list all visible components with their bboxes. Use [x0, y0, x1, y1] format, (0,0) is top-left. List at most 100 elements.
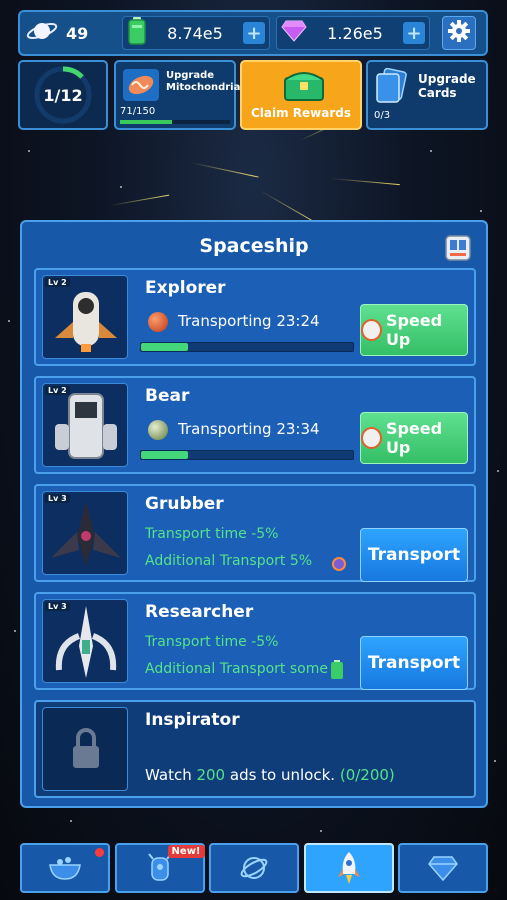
- star: [497, 470, 499, 472]
- researcher-ship-icon: [55, 606, 117, 678]
- add-energy-button[interactable]: +: [243, 22, 265, 44]
- gems-value: 1.26e5: [327, 23, 383, 43]
- quest-cards-count: 0/3: [374, 110, 391, 121]
- bonus-token-icon: [332, 556, 346, 575]
- star: [28, 150, 30, 152]
- ship-name: Researcher: [145, 602, 254, 622]
- transport-button[interactable]: Transport: [360, 528, 468, 582]
- speed-up-button[interactable]: Speed Up: [360, 412, 468, 464]
- add-gems-button[interactable]: +: [403, 22, 425, 44]
- bonus-transport-time: Transport time -5%: [145, 526, 279, 542]
- galaxy-icon: [240, 857, 268, 879]
- star: [494, 760, 496, 762]
- tab-spaceship[interactable]: [303, 843, 394, 893]
- mitochondria-icon: [122, 68, 160, 106]
- quest-progress-ring[interactable]: 1/12: [18, 60, 108, 130]
- ship-card-researcher: Lv 3 Researcher Transport time -5% Addit…: [34, 592, 476, 690]
- star-streak: [109, 194, 170, 206]
- gems-resource: 1.26e5 +: [276, 16, 430, 50]
- speed-up-label: Speed Up: [385, 419, 443, 457]
- planets-value: 49: [66, 23, 89, 43]
- spaceship-panel: Spaceship Lv 2 Explorer Transporting 23:…: [20, 220, 488, 808]
- ship-card-grubber: Lv 3 Grubber Transport time -5% Addition…: [34, 484, 476, 582]
- hangar-button[interactable]: [442, 232, 474, 264]
- speed-up-label: Speed Up: [385, 311, 443, 349]
- star: [8, 320, 10, 322]
- bottom-nav: New!: [20, 843, 488, 893]
- notification-dot: [95, 848, 104, 857]
- ship-card-inspirator: Inspirator Watch 200 ads to unlock. (0/2…: [34, 700, 476, 798]
- quest-upgrade-cards[interactable]: Upgrade Cards 0/3: [366, 60, 488, 130]
- destination-planet-icon: [148, 312, 168, 332]
- panel-title: Spaceship: [199, 235, 309, 257]
- ship-level: Lv 3: [45, 494, 70, 503]
- resource-bar: 49 8.74e5 + 1.26e5 +: [18, 10, 488, 56]
- ship-card-bear: Lv 2 Bear Transporting 23:34 Speed Up: [34, 376, 476, 474]
- quest-mitochondria-count: 71/150: [120, 106, 156, 117]
- gear-icon: [448, 20, 470, 46]
- bear-ship-icon: [55, 393, 117, 459]
- rocket-icon: [337, 852, 360, 884]
- tab-petri-dish[interactable]: [20, 843, 110, 893]
- quest-upgrade-mitochondria[interactable]: Upgrade Mitochondria 71/150: [114, 60, 240, 130]
- star: [480, 210, 482, 212]
- ship-thumbnail-bear: Lv 2: [42, 383, 128, 467]
- ship-name: Explorer: [145, 278, 226, 298]
- claim-rewards-label: Claim Rewards: [250, 106, 352, 120]
- planet-icon: [26, 18, 58, 48]
- petri-dish-icon: [49, 857, 81, 880]
- energy-value: 8.74e5: [167, 23, 223, 43]
- planets-counter[interactable]: 49: [26, 18, 122, 48]
- transport-progress-bar: [140, 450, 354, 460]
- tab-shop[interactable]: [398, 843, 488, 893]
- ship-level: Lv 3: [45, 602, 70, 611]
- ship-thumbnail-explorer: Lv 2: [42, 275, 128, 359]
- transport-label: Transport: [367, 653, 461, 673]
- claim-rewards-button[interactable]: Claim Rewards: [240, 60, 362, 130]
- ship-level: Lv 2: [45, 278, 70, 287]
- destination-planet-icon: [148, 420, 168, 440]
- quest-progress-text: 1/12: [43, 85, 83, 105]
- ship-level: Lv 2: [45, 386, 70, 395]
- star-streak: [189, 162, 259, 178]
- lock-icon: [73, 728, 99, 768]
- energy-battery-icon: [127, 17, 147, 49]
- transport-button[interactable]: Transport: [360, 636, 468, 690]
- tab-creature[interactable]: New!: [114, 843, 205, 893]
- tab-galaxy[interactable]: [209, 843, 299, 893]
- stopwatch-icon: [361, 427, 382, 449]
- explorer-ship-icon: [55, 292, 117, 352]
- new-badge: New!: [167, 845, 205, 858]
- hangar-icon: [445, 235, 471, 261]
- ship-name: Inspirator: [145, 710, 240, 730]
- star: [320, 830, 322, 832]
- bonus-additional-transport: Additional Transport 5%: [145, 553, 313, 569]
- quest-row: 1/12 Upgrade Mitochondria 71/150 Claim R…: [18, 60, 488, 130]
- ship-card-explorer: Lv 2 Explorer Transporting 23:24 Speed U…: [34, 268, 476, 366]
- star: [120, 186, 122, 188]
- transport-label: Transport: [367, 545, 461, 565]
- energy-battery-icon: [330, 660, 344, 684]
- transport-status: Transporting 23:34: [178, 420, 320, 438]
- star: [430, 150, 432, 152]
- settings-button[interactable]: [442, 16, 476, 50]
- speed-up-button[interactable]: Speed Up: [360, 304, 468, 356]
- diamond-icon: [281, 20, 307, 46]
- star-streak: [259, 190, 313, 221]
- ship-thumbnail-grubber: Lv 3: [42, 491, 128, 575]
- stopwatch-icon: [361, 319, 382, 341]
- diamond-icon: [428, 856, 458, 881]
- bonus-transport-time: Transport time -5%: [145, 634, 279, 650]
- transport-status: Transporting 23:24: [178, 312, 320, 330]
- energy-resource: 8.74e5 +: [122, 16, 270, 50]
- cards-icon: [374, 67, 410, 108]
- transport-progress-bar: [140, 342, 354, 352]
- quest-mitochondria-progress: [120, 120, 230, 124]
- unlock-requirement: Watch 200 ads to unlock. (0/200): [145, 766, 395, 784]
- ship-thumbnail-researcher: Lv 3: [42, 599, 128, 683]
- ship-thumbnail-locked: [42, 707, 128, 791]
- grubber-ship-icon: [51, 502, 121, 566]
- star: [70, 820, 72, 822]
- quest-cards-title: Upgrade Cards: [418, 72, 476, 100]
- treasure-chest-icon: [282, 66, 326, 106]
